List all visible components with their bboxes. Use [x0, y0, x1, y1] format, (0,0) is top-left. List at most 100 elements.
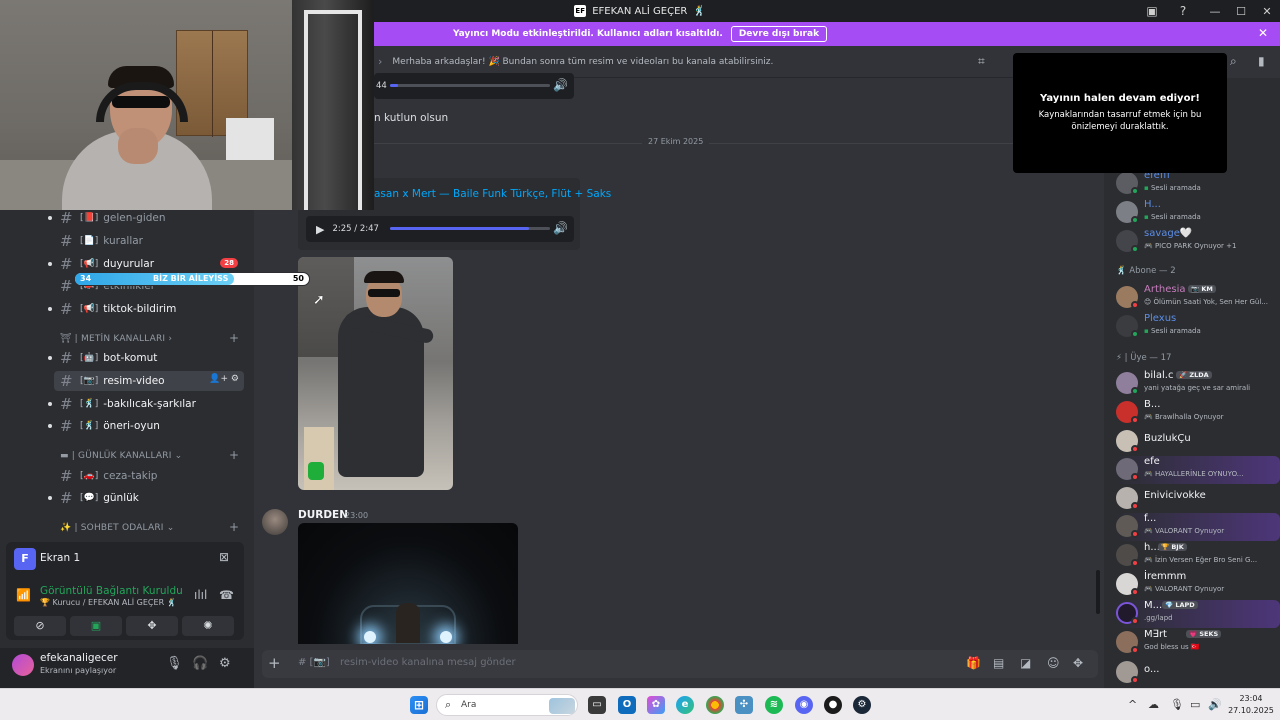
username[interactable]: efekanaligecer [40, 652, 118, 664]
close-banner-icon[interactable]: ✕ [1258, 26, 1268, 40]
channel-topic[interactable]: Merhaba arkadaşlar! 🎉 Bundan sonra tüm r… [392, 57, 773, 67]
member-item[interactable]: Enivicivokke [1114, 485, 1280, 513]
headphones-icon[interactable]: 🎧 [192, 656, 208, 671]
member-item[interactable]: o... [1114, 659, 1280, 687]
member-item[interactable]: h... 🏆 BJK 🎮 İzin Versen Eğer Bro Seni G… [1114, 542, 1280, 570]
embed-audio-player[interactable]: ▶ 2:25 / 2:47 🔊 [306, 216, 574, 242]
channel-resim-video[interactable]: # [📷] resim-video 👤+ ⚙ [54, 371, 244, 391]
screen-share-button[interactable]: ▣ [70, 616, 122, 636]
member-item[interactable]: Arthesia 📷 KM 😊 Ölümün Saati Yok, Sen He… [1114, 284, 1280, 312]
add-channel-icon[interactable]: + [229, 448, 239, 462]
channel-gunluk[interactable]: # [💬] günlük [54, 488, 244, 508]
voice-status[interactable]: Görüntülü Bağlantı Kuruldu [40, 585, 183, 597]
bookmark-icon[interactable]: ▮ [1258, 54, 1265, 68]
mic-tray-icon[interactable]: 🎙 [1170, 698, 1184, 711]
member-item[interactable]: efefff ▪ Sesli aramada [1114, 170, 1280, 198]
disable-streamer-mode-button[interactable]: Devre dışı bırak [730, 26, 828, 42]
clock-date: 27.10.2025 [1228, 706, 1274, 715]
obs-icon[interactable]: ● [824, 696, 842, 714]
channel-kurallar[interactable]: # [📄] kurallar [54, 231, 244, 251]
display-tray-icon[interactable]: ▭ [1190, 698, 1200, 711]
member-item[interactable]: efe 🎮 HAYALLERİNLE OYNUYO... [1114, 456, 1280, 484]
copilot-icon[interactable]: ✿ [647, 696, 665, 714]
volume-icon[interactable]: 🔊 [553, 78, 568, 92]
settings-gear-icon[interactable]: ⚙ [219, 656, 231, 671]
threads-icon[interactable]: ⌗ [978, 54, 985, 69]
gift-icon[interactable]: 🎁 [966, 656, 981, 670]
channel-settings-icon[interactable]: 👤+ ⚙ [209, 374, 239, 384]
stop-stream-icon[interactable]: ⊠ [219, 550, 229, 564]
disconnect-icon[interactable]: ☎ [219, 588, 234, 602]
member-item[interactable]: Plexus ▪ Sesli aramada [1114, 313, 1280, 341]
upload-plus-icon[interactable]: + [268, 654, 281, 672]
steam-icon[interactable]: ⚙ [853, 696, 871, 714]
webcam-preview[interactable] [0, 0, 374, 210]
add-channel-icon[interactable]: + [229, 331, 239, 345]
start-icon[interactable]: ⊞ [410, 696, 428, 714]
apps-icon[interactable]: ✥ [1073, 656, 1083, 670]
unread-dot [48, 356, 52, 360]
emoji-icon[interactable]: ☺ [1047, 656, 1060, 670]
sticker-icon[interactable]: ◪ [1020, 656, 1031, 670]
video-attachment[interactable] [298, 523, 518, 644]
channel-bot-komut[interactable]: # [🤖] bot-komut [54, 348, 244, 368]
camera-toggle-button[interactable]: ⊘ [14, 616, 66, 636]
audio-track[interactable] [390, 227, 550, 230]
microphone-icon[interactable]: 🎙 [166, 656, 183, 671]
minimize-button[interactable]: — [1202, 5, 1228, 18]
outlook-icon[interactable]: O [618, 696, 636, 714]
chat-scrollbar[interactable] [1096, 570, 1100, 614]
channel-tiktok-bildirim[interactable]: # [📢] tiktok-bildirim [54, 299, 244, 319]
cloud-icon[interactable]: ☁ [1148, 698, 1159, 711]
discord-icon[interactable]: ◉ [795, 696, 813, 714]
noise-suppression-icon[interactable]: ılıl [194, 588, 207, 602]
member-item[interactable]: B... 🎮 Brawlhalla Oynuyor [1114, 399, 1280, 427]
channel-duyurular[interactable]: # [📢] duyurular 28 [54, 254, 244, 274]
channel-oneri-oyun[interactable]: # [🕺] öneri-oyun [54, 416, 244, 436]
member-item[interactable]: savage🤍 🎮 PICO PARK Oynuyor +1 [1114, 228, 1280, 256]
network-app-icon[interactable]: ✣ [735, 696, 753, 714]
embed-title-link[interactable]: asan x Mert — Baile Funk Türkçe, Flüt + … [374, 188, 611, 200]
member-item[interactable]: f... 🎮 VALORANT Oynuyor [1114, 513, 1280, 541]
taskbar-search[interactable]: ⌕ Ara [436, 694, 578, 716]
author-avatar[interactable] [262, 509, 288, 535]
member-item[interactable]: M... 💎 LAPD .gg/lapd [1114, 600, 1280, 628]
search-icon[interactable]: ⌕ [1230, 54, 1237, 69]
category-chat-rooms[interactable]: ✨ | SOHBET ODALARI ⌄ [60, 523, 174, 533]
taskbar-clock[interactable]: 23:04 27.10.2025 [1226, 693, 1276, 717]
channel-ceza-takip[interactable]: # [🚗] ceza-takip [54, 466, 244, 486]
stream-paused-popup[interactable]: Yayının halen devam ediyor! Kaynaklarınd… [1013, 53, 1227, 173]
audio-player[interactable]: 44 🔊 [374, 73, 574, 99]
play-icon[interactable]: ▶ [316, 223, 324, 236]
member-item[interactable]: H... ▪ Sesli aramada [1114, 199, 1280, 227]
close-window-button[interactable]: ✕ [1254, 5, 1280, 18]
message-author[interactable]: DURDEN [298, 509, 348, 521]
edge-icon[interactable]: e [676, 696, 694, 714]
add-channel-icon[interactable]: + [229, 520, 239, 534]
help-icon[interactable]: ? [1175, 3, 1191, 19]
composer-placeholder[interactable]: resim-video kanalına mesaj gönder [340, 657, 516, 668]
member-item[interactable]: M∃rt 💗 SEKS God bless us 🇹🇷 [1114, 629, 1280, 657]
voice-location[interactable]: 🏆 Kurucu / EFEKAN ALİ GEÇER 🕺 [40, 598, 177, 607]
inbox-icon[interactable]: ▣ [1144, 3, 1160, 19]
member-item[interactable]: İremmm 🎮 VALORANT Oynuyor [1114, 571, 1280, 599]
channel-bakilicak-sarkilar[interactable]: # [🕺] -bakılıcak-şarkılar [54, 394, 244, 414]
maximize-button[interactable]: ☐ [1228, 5, 1254, 18]
volume-icon[interactable]: 🔊 [553, 221, 568, 235]
member-item[interactable]: BuzlukÇu [1114, 428, 1280, 456]
channel-gelen-giden[interactable]: # [📕] gelen-giden [54, 208, 244, 228]
user-avatar[interactable] [12, 654, 34, 676]
chrome-icon[interactable] [706, 696, 724, 714]
activities-button[interactable]: ✥ [126, 616, 178, 636]
audio-track[interactable] [390, 84, 550, 87]
soundboard-button[interactable]: ✺ [182, 616, 234, 636]
gif-icon[interactable]: ▤ [993, 656, 1004, 670]
signal-icon[interactable]: 📶 [16, 588, 31, 602]
category-daily-channels[interactable]: ▬ | GÜNLÜK KANALLARI ⌄ [60, 451, 182, 461]
volume-tray-icon[interactable]: 🔊 [1208, 698, 1222, 711]
member-item[interactable]: bilal.c 🚀 ZLDA yani yatağa geç ve sar am… [1114, 370, 1280, 398]
tray-overflow-icon[interactable]: ^ [1128, 698, 1137, 711]
spotify-icon[interactable]: ≋ [765, 696, 783, 714]
task-view-icon[interactable]: ▭ [588, 696, 606, 714]
category-text-channels[interactable]: ⛩ | METİN KANALLARI › [60, 334, 172, 344]
